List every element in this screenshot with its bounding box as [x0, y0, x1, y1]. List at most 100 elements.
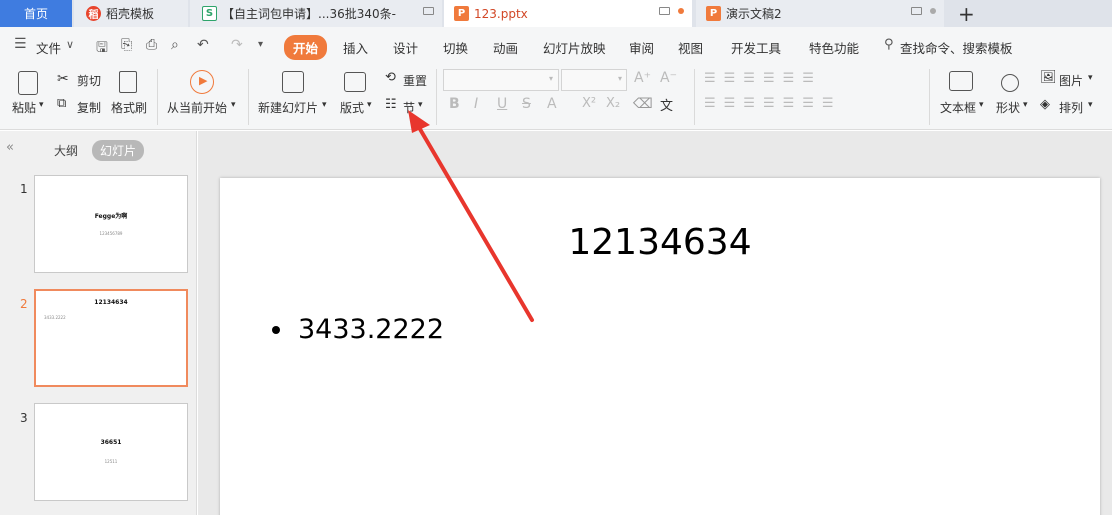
- picture-icon: 🖼: [1040, 70, 1057, 85]
- thumbnail-title: 36651: [100, 439, 122, 446]
- start-from-current-button[interactable]: 从当前开始: [167, 99, 227, 116]
- menu-design[interactable]: 设计: [393, 38, 418, 57]
- undo-icon[interactable]: ↶: [197, 37, 209, 53]
- arrange-dropdown-icon[interactable]: ▾: [1088, 100, 1093, 110]
- hamburger-menu-icon[interactable]: ☰: [14, 36, 27, 52]
- format-painter-icon[interactable]: [119, 71, 137, 93]
- font-color-icon[interactable]: A: [547, 96, 557, 112]
- chevron-down-icon[interactable]: ▾: [549, 74, 553, 83]
- thumbnail-subtitle: 123456789: [99, 231, 123, 236]
- tab-home[interactable]: 首页: [0, 0, 72, 27]
- current-slide[interactable]: 12134634 3433.2222: [220, 178, 1100, 515]
- slide-bullet-item[interactable]: 3433.2222: [272, 314, 444, 345]
- slide-number: 3: [20, 411, 28, 425]
- monitor-icon[interactable]: [911, 7, 922, 15]
- tab-123-pptx[interactable]: P 123.pptx: [444, 0, 692, 27]
- slide-thumbnail-3[interactable]: 36651 12511: [34, 403, 188, 501]
- copy-icon: ⧉: [57, 96, 67, 111]
- textbox-button[interactable]: 文本框: [940, 99, 976, 116]
- thumbnail-subtitle: 12511: [104, 459, 118, 464]
- layout-button[interactable]: 版式: [340, 99, 364, 116]
- paste-icon[interactable]: [18, 71, 38, 95]
- font-name-select[interactable]: [443, 69, 559, 91]
- cut-button[interactable]: 剪切: [77, 72, 101, 89]
- spreadsheet-file-icon: S: [202, 6, 217, 21]
- start-from-current-dropdown-icon[interactable]: ▾: [231, 100, 236, 110]
- menu-special-features[interactable]: 特色功能: [809, 38, 859, 57]
- tab-slides[interactable]: 幻灯片: [92, 140, 145, 161]
- paste-button[interactable]: 粘贴: [12, 99, 36, 116]
- subscript-icon[interactable]: X₂: [606, 96, 620, 111]
- tab-docer-templates[interactable]: 稻 稻壳模板: [74, 0, 188, 27]
- docer-logo-icon: 稻: [86, 6, 101, 21]
- shape-button[interactable]: 形状: [996, 99, 1020, 116]
- tab-spreadsheet-label: 【自主词包申请】...36批340条-: [222, 7, 396, 21]
- underline-icon[interactable]: U: [497, 96, 507, 112]
- chevron-down-icon[interactable]: ∨: [66, 38, 74, 51]
- new-slide-icon[interactable]: [282, 71, 304, 93]
- textbox-icon[interactable]: [949, 71, 973, 91]
- thumbnail-title: 12134634: [94, 299, 128, 306]
- chevron-down-icon[interactable]: ▾: [618, 74, 622, 83]
- italic-icon[interactable]: I: [474, 96, 478, 112]
- slide-thumbnail-1[interactable]: Fegge为啊 123456789: [34, 175, 188, 273]
- slide-thumbnail-2[interactable]: 12134634 3433.2222: [34, 289, 188, 387]
- play-triangle-icon: ▶: [199, 74, 208, 87]
- textbox-dropdown-icon[interactable]: ▾: [979, 100, 984, 110]
- paste-dropdown-icon[interactable]: ▾: [39, 100, 44, 110]
- layout-icon[interactable]: [344, 72, 366, 92]
- pinyin-guide-icon[interactable]: 文: [660, 95, 673, 114]
- decrease-font-icon[interactable]: A⁻: [660, 70, 677, 86]
- tab-docer-label: 稻壳模板: [106, 7, 155, 21]
- menu-developer-tools[interactable]: 开发工具: [731, 38, 781, 57]
- menu-review[interactable]: 审阅: [629, 38, 654, 57]
- superscript-icon[interactable]: X²: [582, 96, 596, 111]
- slide-editing-canvas: 12134634 3433.2222: [198, 131, 1112, 515]
- new-slide-dropdown-icon[interactable]: ▾: [322, 100, 327, 110]
- alignment-icons[interactable]: ☰☰☰☰☰☰☰: [704, 96, 842, 111]
- shape-icon[interactable]: [1001, 74, 1019, 92]
- menu-home[interactable]: 开始: [284, 35, 328, 60]
- menu-view[interactable]: 视图: [678, 38, 703, 57]
- slide-title[interactable]: 12134634: [220, 222, 1100, 263]
- bold-icon[interactable]: B: [449, 96, 460, 112]
- copy-button[interactable]: 复制: [77, 99, 101, 116]
- quick-access-dropdown-icon[interactable]: ▾: [258, 39, 263, 50]
- menu-slideshow[interactable]: 幻灯片放映: [543, 38, 606, 57]
- tab-outline[interactable]: 大纲: [54, 142, 78, 159]
- save-icon[interactable]: 🖫: [96, 37, 108, 61]
- strikethrough-icon[interactable]: S: [522, 96, 531, 112]
- section-button[interactable]: 节: [403, 99, 415, 116]
- increase-font-icon[interactable]: A⁺: [634, 70, 651, 86]
- menu-bar: ☰ 文件 ∨ 🖫 ⎘ ⎙ ⌕ ↶ ↷ ▾ 开始 插入 设计 切换 动画 幻灯片放…: [0, 27, 1112, 65]
- picture-button[interactable]: 图片: [1059, 72, 1083, 89]
- monitor-icon[interactable]: [659, 7, 670, 15]
- new-tab-button[interactable]: +: [958, 2, 975, 26]
- command-search[interactable]: 查找命令、搜索模板: [900, 38, 1013, 57]
- menu-insert[interactable]: 插入: [343, 38, 368, 57]
- picture-dropdown-icon[interactable]: ▾: [1088, 73, 1093, 83]
- reset-icon: ⟲: [385, 70, 396, 85]
- section-dropdown-icon[interactable]: ▾: [418, 100, 423, 110]
- format-painter-button[interactable]: 格式刷: [111, 99, 147, 116]
- collapse-panel-icon[interactable]: «: [6, 140, 14, 155]
- menu-animation[interactable]: 动画: [493, 38, 518, 57]
- menu-file[interactable]: 文件: [36, 38, 61, 57]
- section-icon: ☷: [385, 97, 397, 112]
- reset-button[interactable]: 重置: [403, 72, 427, 89]
- print-preview-icon[interactable]: ⌕: [171, 37, 179, 53]
- print-icon[interactable]: ⎙: [146, 37, 157, 53]
- redo-icon[interactable]: ↷: [231, 37, 243, 53]
- tab-spreadsheet[interactable]: S 【自主词包申请】...36批340条-: [190, 0, 442, 27]
- export-pdf-icon[interactable]: ⎘: [121, 37, 132, 53]
- menu-transition[interactable]: 切换: [443, 38, 468, 57]
- new-slide-button[interactable]: 新建幻灯片: [258, 99, 318, 116]
- list-format-icons[interactable]: ☰☰☰☰☰☰: [704, 71, 822, 86]
- shape-dropdown-icon[interactable]: ▾: [1023, 100, 1028, 110]
- arrange-button[interactable]: 排列: [1059, 99, 1083, 116]
- tab-presentation-draft[interactable]: P 演示文稿2: [696, 0, 944, 27]
- eraser-icon[interactable]: ⌫: [633, 96, 653, 112]
- layout-dropdown-icon[interactable]: ▾: [367, 100, 372, 110]
- slide-number: 2: [20, 297, 28, 311]
- slide-thumbnail-panel: « 大纲 幻灯片 1 Fegge为啊 123456789 2 12134634 …: [0, 131, 197, 515]
